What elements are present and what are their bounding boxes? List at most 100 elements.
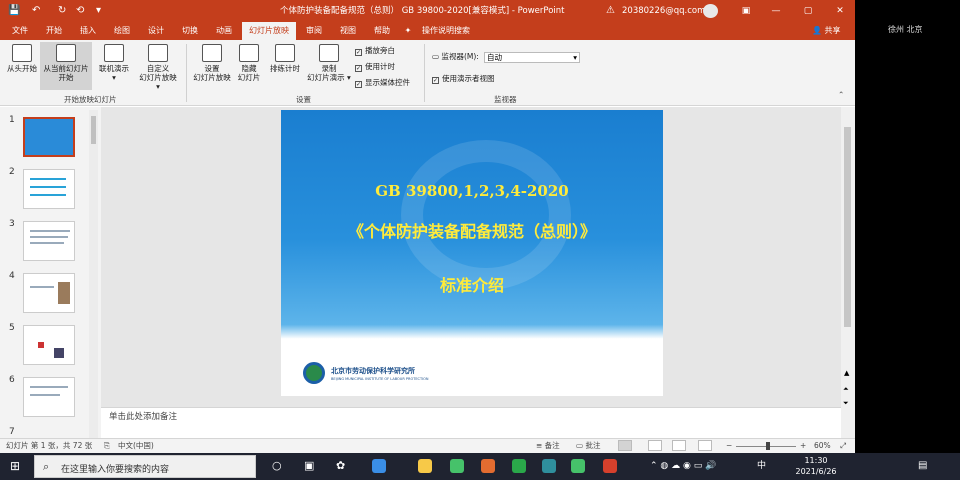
zoom-in-icon[interactable]: +	[800, 441, 806, 451]
slide-sorter-button[interactable]	[648, 440, 662, 451]
share-button[interactable]: 👤 共享	[812, 22, 841, 40]
show-media-controls-label: 显示媒体控件	[365, 78, 410, 87]
thumbnails-scrollbar[interactable]	[89, 110, 98, 438]
edge-icon[interactable]	[372, 459, 386, 473]
thumbnail-number: 5	[9, 323, 15, 333]
zoom-level[interactable]: 60%	[814, 441, 831, 451]
record-label-2: 幻灯片演示 ▾	[307, 73, 351, 82]
tab-animations[interactable]: 动画	[210, 22, 238, 40]
warning-icon[interactable]: ⚠	[606, 4, 615, 18]
input-method-indicator[interactable]: 中	[757, 461, 766, 472]
slideshow-view-button[interactable]	[698, 440, 712, 451]
normal-view-button[interactable]	[618, 440, 632, 451]
tab-view[interactable]: 视图	[334, 22, 362, 40]
windows-start-icon[interactable]: ⊞	[10, 460, 20, 473]
previous-slide-icon[interactable]: ⏶	[843, 385, 849, 394]
notes-toggle[interactable]: ≡ 备注	[536, 441, 560, 451]
record-slideshow-button[interactable]: 录制 幻灯片演示 ▾	[306, 42, 352, 90]
redo-icon[interactable]: ↻	[58, 4, 66, 18]
app-icon[interactable]	[542, 459, 556, 473]
use-timings-label: 使用计时	[365, 62, 395, 71]
powerpoint-taskbar-icon[interactable]	[603, 459, 617, 473]
save-icon[interactable]: 💾	[8, 4, 20, 18]
maximize-button[interactable]: ▢	[800, 3, 816, 19]
monitor-select[interactable]: 自动 ▾	[484, 52, 580, 63]
slide-1[interactable]: GB 39800,1,2,3,4-2020 《个体防护装备配备规范（总则）》 标…	[281, 110, 663, 396]
slide-thumbnail-4[interactable]	[23, 273, 75, 313]
thumbnail-number: 1	[9, 115, 15, 125]
rehearse-timings-button[interactable]: 排练计时	[266, 42, 304, 90]
thumbnail-image	[38, 342, 44, 348]
wechat-icon[interactable]	[571, 459, 585, 473]
tab-help[interactable]: 帮助	[368, 22, 396, 40]
next-slide-icon[interactable]: ⏷	[843, 399, 849, 408]
hide-slide-button[interactable]: 隐藏 幻灯片	[234, 42, 264, 90]
reading-view-button[interactable]	[672, 440, 686, 451]
slide-thumbnail-5[interactable]	[23, 325, 75, 365]
scrollbar-thumb[interactable]	[91, 116, 96, 144]
tab-home[interactable]: 开始	[40, 22, 68, 40]
slide-thumbnail-1[interactable]	[23, 117, 75, 157]
comments-toggle[interactable]: ▭ 批注	[576, 441, 600, 451]
file-explorer-icon[interactable]	[418, 459, 432, 473]
show-media-controls-checkbox[interactable]: ✓ 显示媒体控件	[355, 78, 410, 88]
slide-thumbnail-2[interactable]	[23, 169, 75, 209]
minimize-button[interactable]: —	[768, 3, 784, 19]
slide-title-standard[interactable]: GB 39800,1,2,3,4-2020	[281, 182, 663, 200]
slide-thumbnail-6[interactable]	[23, 377, 75, 417]
task-view-icon[interactable]: ▣	[304, 459, 314, 473]
location-label: 徐州 北京	[888, 25, 923, 34]
app-icon[interactable]	[450, 459, 464, 473]
slide-scrollbar[interactable]: ▲ ⏶ ⏷	[841, 107, 855, 438]
zoom-out-icon[interactable]: −	[726, 441, 732, 451]
title-bar: 💾 ↶ ↻ ⟲ ▾ 个体防护装备配备规范（总则） GB 39800-2020[兼…	[0, 0, 855, 22]
app-icon[interactable]	[481, 459, 495, 473]
from-current-slide-button[interactable]: 从当前幻灯片 开始	[40, 42, 92, 90]
tab-file[interactable]: 文件	[6, 22, 34, 40]
play-narrations-checkbox[interactable]: ✓ 播放旁白	[355, 46, 395, 56]
from-beginning-button[interactable]: 从头开始	[4, 42, 40, 90]
avatar[interactable]	[703, 4, 718, 18]
scroll-up-icon[interactable]: ▲	[844, 369, 849, 377]
present-online-button[interactable]: 联机演示 ▾	[96, 42, 132, 90]
close-button[interactable]: ✕	[832, 3, 848, 19]
app-icon[interactable]	[512, 459, 526, 473]
thumbnail-image	[54, 348, 64, 358]
tab-design[interactable]: 设计	[142, 22, 170, 40]
cortana-icon[interactable]: ○	[272, 459, 282, 473]
clock[interactable]: 11:30 2021/6/26	[786, 455, 846, 477]
use-presenter-view-checkbox[interactable]: ✓ 使用演示者视图	[432, 74, 495, 84]
present-online-icon	[104, 44, 124, 62]
notification-icon[interactable]: ▤	[918, 460, 927, 471]
tell-me-search[interactable]: 操作说明搜索	[418, 22, 474, 40]
fit-to-window-icon[interactable]: ⤢	[840, 441, 846, 451]
tab-transitions[interactable]: 切换	[176, 22, 204, 40]
slide-subtitle[interactable]: 标准介绍	[281, 272, 663, 296]
language-indicator[interactable]: 中文(中国)	[118, 441, 154, 451]
setup-slideshow-button[interactable]: 设置 幻灯片放映	[192, 42, 232, 90]
repeat-icon[interactable]: ⟲	[76, 4, 84, 18]
ribbon-display-options-icon[interactable]: ▣	[738, 3, 754, 19]
monitor-value: 自动	[487, 53, 502, 62]
notes-placeholder[interactable]: 单击此处添加备注	[109, 410, 177, 422]
tab-draw[interactable]: 绘图	[108, 22, 136, 40]
chevron-down-icon: ▾	[573, 53, 577, 62]
custom-slideshow-button[interactable]: 自定义 幻灯片放映 ▾	[138, 42, 178, 91]
account-name[interactable]: 20380226@qq.com	[622, 5, 705, 17]
use-timings-checkbox[interactable]: ✓ 使用计时	[355, 62, 395, 72]
undo-icon[interactable]: ↶	[32, 4, 40, 18]
system-tray-icons[interactable]: ⌃ ◍ ☁ ◉ ▭ 🔊	[650, 459, 716, 473]
tab-insert[interactable]: 插入	[74, 22, 102, 40]
customize-quick-access-icon[interactable]: ▾	[96, 4, 101, 18]
spellcheck-icon[interactable]: ⎘	[104, 441, 110, 451]
tab-slide-show[interactable]: 幻灯片放映	[242, 22, 296, 40]
slide-title-name[interactable]: 《个体防护装备配备规范（总则）》	[281, 218, 663, 242]
collapse-ribbon-icon[interactable]: ⌃	[838, 90, 844, 99]
taskbar-search[interactable]: ⌕ 在这里输入你要搜索的内容	[34, 455, 256, 478]
scrollbar-thumb[interactable]	[844, 127, 851, 327]
slide-thumbnail-3[interactable]	[23, 221, 75, 261]
notes-pane[interactable]: 单击此处添加备注	[101, 407, 841, 438]
zoom-slider-thumb[interactable]	[766, 442, 770, 450]
tab-review[interactable]: 审阅	[300, 22, 328, 40]
app-icon[interactable]: ✿	[336, 459, 345, 473]
